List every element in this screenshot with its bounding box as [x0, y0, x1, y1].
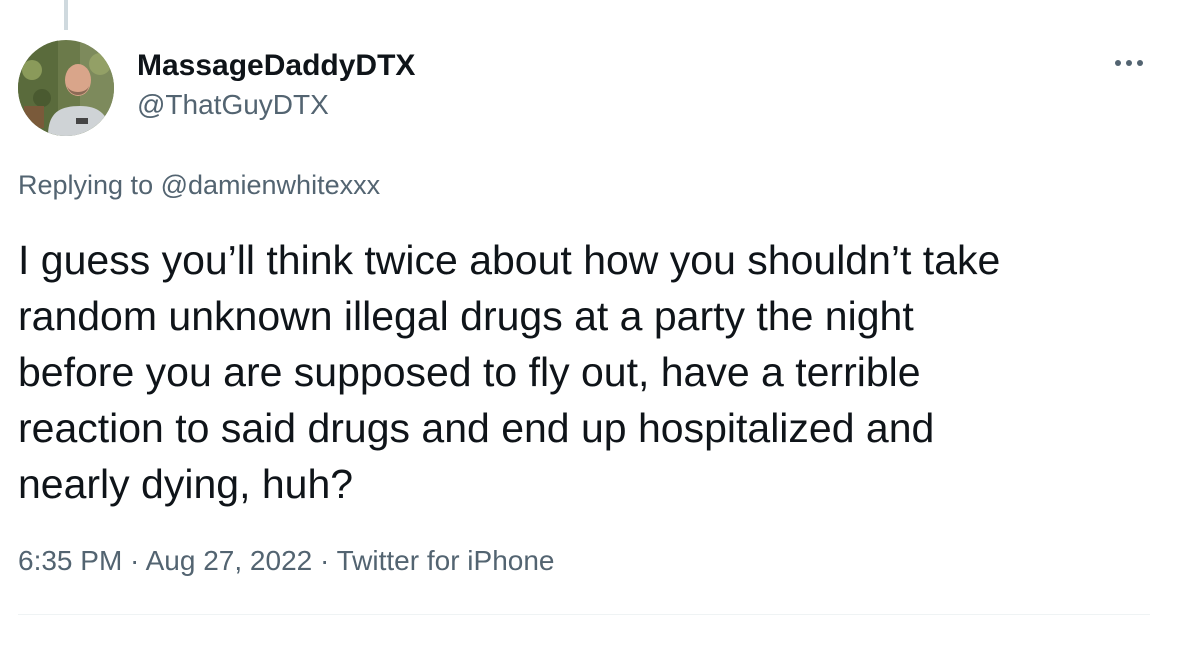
replying-to-label: Replying to: [18, 170, 161, 200]
more-options-button[interactable]: [1108, 48, 1152, 78]
display-name[interactable]: MassageDaddyDTX: [137, 49, 415, 83]
tweet-date-link[interactable]: Aug 27, 2022: [146, 545, 313, 576]
replying-to-mention-link[interactable]: @damienwhitexxx: [161, 170, 381, 200]
tweet-source-link[interactable]: Twitter for iPhone: [337, 545, 555, 576]
tweet-time-link[interactable]: 6:35 PM: [18, 545, 122, 576]
tweet-text: I guess you’ll think twice about how you…: [18, 237, 1001, 507]
divider: [18, 614, 1150, 615]
replying-to-line: Replying to @damienwhitexxx: [18, 170, 380, 201]
thread-connector-line: [64, 0, 68, 30]
meta-separator: ·: [122, 545, 146, 576]
meta-separator: ·: [312, 545, 337, 576]
avatar[interactable]: [18, 40, 114, 136]
user-handle[interactable]: @ThatGuyDTX: [137, 89, 329, 121]
avatar-image: [18, 40, 114, 136]
more-horizontal-icon: [1115, 60, 1143, 66]
tweet-metadata: 6:35 PM · Aug 27, 2022 · Twitter for iPh…: [18, 545, 554, 577]
